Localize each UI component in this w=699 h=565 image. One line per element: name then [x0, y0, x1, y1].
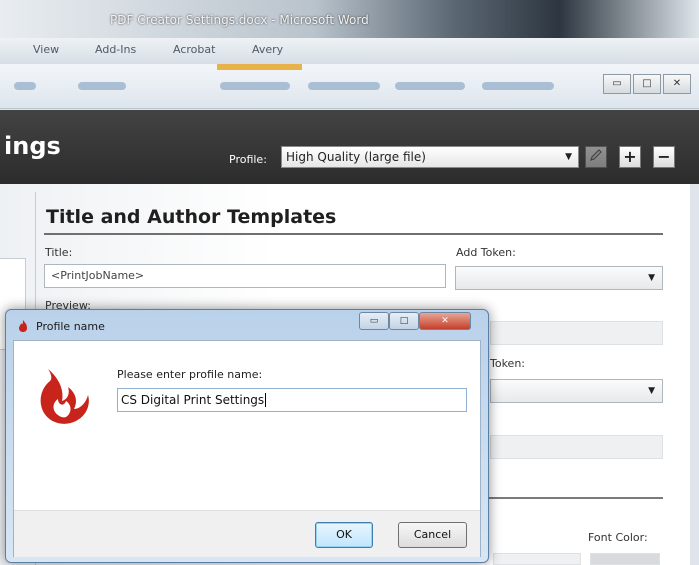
section-title: Title and Author Templates	[46, 206, 337, 228]
ribbon-icon[interactable]	[482, 82, 554, 90]
font-color-label: Font Color:	[588, 531, 648, 544]
menu-avery[interactable]: Avery	[252, 43, 283, 56]
profile-label: Profile:	[229, 153, 267, 166]
title-template-value: <PrintJobName>	[51, 269, 145, 282]
profile-select[interactable]: High Quality (large file) ▼	[281, 146, 579, 168]
word-title-bar: PDF Creator Settings.docx - Microsoft Wo…	[0, 0, 699, 38]
ribbon-icon[interactable]	[308, 82, 380, 90]
close-button[interactable]: ✕	[663, 74, 691, 94]
author-token-dropdown[interactable]: ▼	[490, 379, 663, 403]
dialog-maximize-button[interactable]: □	[389, 312, 419, 330]
window-controls: ▭ □ ✕	[603, 74, 691, 94]
dialog-button-bar: OK Cancel	[14, 510, 480, 557]
chevron-down-icon: ▼	[565, 152, 572, 162]
text-cursor	[265, 393, 267, 407]
dialog-title: Profile name	[36, 320, 105, 333]
plus-icon: +	[623, 147, 637, 166]
ribbon-icon[interactable]	[395, 82, 465, 90]
section-divider	[487, 497, 663, 499]
dialog-content: Please enter profile name: CS Digital Pr…	[13, 340, 481, 557]
profile-name-dialog: Profile name ▭ □ ✕ Please enter profile …	[5, 309, 489, 563]
maximize-button[interactable]: □	[633, 74, 661, 94]
word-menu-bar: View Add-Ins Acrobat Avery	[0, 38, 699, 64]
pdfcreator-flame-icon	[40, 369, 89, 424]
menu-add-ins[interactable]: Add-Ins	[95, 43, 136, 56]
profile-name-input-value: CS Digital Print Settings	[121, 393, 265, 407]
settings-title: ings	[4, 132, 61, 160]
profile-name-input[interactable]: CS Digital Print Settings	[117, 388, 467, 412]
minimize-button[interactable]: ▭	[603, 74, 631, 94]
ribbon-icon[interactable]	[220, 82, 290, 90]
remove-profile-button[interactable]: −	[653, 146, 675, 168]
chevron-down-icon: ▼	[648, 386, 655, 396]
menu-view[interactable]: View	[33, 43, 59, 56]
settings-header: ings Profile: High Quality (large file) …	[0, 110, 699, 184]
author-preview-box	[490, 435, 663, 459]
word-window-title: PDF Creator Settings.docx - Microsoft Wo…	[110, 13, 369, 27]
add-token-dropdown[interactable]: ▼	[455, 266, 663, 290]
profile-select-value: High Quality (large file)	[286, 150, 426, 164]
font-color-button[interactable]	[590, 553, 660, 565]
dialog-close-button[interactable]: ✕	[419, 312, 471, 330]
flame-icon	[19, 320, 27, 332]
pencil-icon	[590, 149, 602, 161]
chevron-down-icon: ▼	[648, 273, 655, 283]
author-token-label: Token:	[490, 357, 526, 370]
word-ribbon: ▭ □ ✕	[0, 64, 699, 109]
title-preview-box	[490, 321, 663, 345]
section-divider	[44, 233, 663, 235]
ribbon-icon[interactable]	[78, 82, 126, 90]
add-profile-button[interactable]: +	[619, 146, 641, 168]
title-label: Title:	[45, 246, 73, 259]
ribbon-icon[interactable]	[14, 82, 36, 90]
close-icon: ✕	[441, 316, 449, 326]
rename-profile-button[interactable]	[585, 146, 607, 168]
ribbon-active-tab-indicator	[217, 64, 302, 70]
minus-icon: −	[657, 147, 671, 166]
title-template-field[interactable]: <PrintJobName>	[44, 264, 446, 288]
add-token-label: Add Token:	[456, 246, 516, 259]
profile-name-prompt: Please enter profile name:	[117, 368, 263, 381]
font-field[interactable]	[493, 553, 581, 565]
dialog-minimize-button[interactable]: ▭	[359, 312, 389, 330]
menu-acrobat[interactable]: Acrobat	[173, 43, 215, 56]
dialog-title-bar[interactable]: Profile name ▭ □ ✕	[6, 310, 488, 340]
ok-button[interactable]: OK	[315, 522, 373, 548]
cancel-button[interactable]: Cancel	[398, 522, 467, 548]
